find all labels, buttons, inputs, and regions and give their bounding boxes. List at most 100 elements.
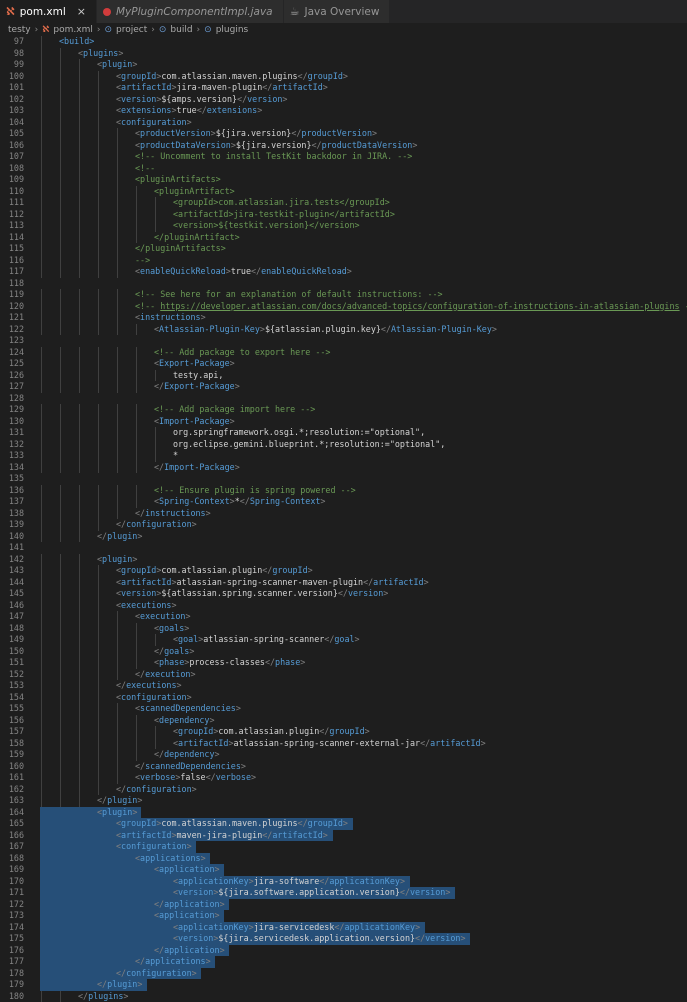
breadcrumb-item-file[interactable]: pom.xml [53,25,92,35]
code-line[interactable]: 177</applications> [0,956,687,968]
code-line[interactable]: 135 [0,473,687,485]
code-line[interactable]: 159</dependency> [0,749,687,761]
code-line[interactable]: 143<groupId>com.atlassian.plugin</groupI… [0,565,687,577]
code-line[interactable]: 104<configuration> [0,117,687,129]
code-line[interactable]: 180</plugins> [0,991,687,1002]
code-line[interactable]: 157<groupId>com.atlassian.plugin</groupI… [0,726,687,738]
code-line[interactable]: 117<enableQuickReload>true</enableQuickR… [0,266,687,278]
code-line[interactable]: 110<pluginArtifact> [0,186,687,198]
code-line[interactable]: 122<Atlassian-Plugin-Key>${atlassian.plu… [0,324,687,336]
code-line[interactable]: 105<productVersion>${jira.version}</prod… [0,128,687,140]
code-line[interactable]: 171<version>${jira.software.application.… [0,887,687,899]
indent-guide [60,577,61,589]
code-line[interactable]: 97<build> [0,36,687,48]
code-line[interactable]: 107<!-- Uncomment to install TestKit bac… [0,151,687,163]
code-line[interactable]: 103<extensions>true</extensions> [0,105,687,117]
code-line[interactable]: 154<configuration> [0,692,687,704]
code-line[interactable]: 151<phase>process-classes</phase> [0,657,687,669]
code-line[interactable]: 113<version>${testkit.version}</version> [0,220,687,232]
breadcrumb-item-plugins[interactable]: plugins [216,25,249,35]
code-line[interactable]: 156<dependency> [0,715,687,727]
code-line[interactable]: 139</configuration> [0,519,687,531]
close-icon[interactable]: × [77,5,86,18]
code-line[interactable]: 179</plugin> [0,979,687,991]
code-line[interactable]: 165<groupId>com.atlassian.maven.plugins<… [0,818,687,830]
code-line[interactable]: 148<goals> [0,623,687,635]
breadcrumb-item-folder[interactable]: testy [8,25,31,35]
code-line[interactable]: 150</goals> [0,646,687,658]
code-line[interactable]: 123 [0,335,687,347]
code-line[interactable]: 108<!-- [0,163,687,175]
tab-java-overview[interactable]: ☕ Java Overview [284,0,391,23]
code-line[interactable]: 138</instructions> [0,508,687,520]
code-line[interactable]: 176</application> [0,945,687,957]
xml-bracket: </ [319,726,329,736]
code-line[interactable]: 127</Export-Package> [0,381,687,393]
code-line[interactable]: 132org.eclipse.gemini.blueprint.*;resolu… [0,439,687,451]
code-line[interactable]: 168<applications> [0,853,687,865]
code-line[interactable]: 161<verbose>false</verbose> [0,772,687,784]
tab-pom-xml[interactable]: ℵ pom.xml × [0,0,97,23]
code-line[interactable]: 101<artifactId>jira-maven-plugin</artifa… [0,82,687,94]
code-line[interactable]: 166<artifactId>maven-jira-plugin</artifa… [0,830,687,842]
code-line[interactable]: 100<groupId>com.atlassian.maven.plugins<… [0,71,687,83]
code-line[interactable]: 152</execution> [0,669,687,681]
code-line[interactable]: 128 [0,393,687,405]
code-line[interactable]: 137<Spring-Context>*</Spring-Context> [0,496,687,508]
code-line[interactable]: 120<!-- https://developer.atlassian.com/… [0,301,687,313]
code-line[interactable]: 136<!-- Ensure plugin is spring powered … [0,485,687,497]
code-line[interactable]: 145<version>${atlassian.spring.scanner.v… [0,588,687,600]
code-line[interactable]: 142<plugin> [0,554,687,566]
code-line[interactable]: 164<plugin> [0,807,687,819]
code-line[interactable]: 140</plugin> [0,531,687,543]
code-line[interactable]: 174<applicationKey>jira-servicedesk</app… [0,922,687,934]
code-line[interactable]: 167<configuration> [0,841,687,853]
code-text: <plugins> [78,48,123,60]
indent-guide [60,301,61,313]
code-line[interactable]: 98<plugins> [0,48,687,60]
code-line[interactable]: 178</configuration> [0,968,687,980]
code-line[interactable]: 121<instructions> [0,312,687,324]
code-line[interactable]: 112<artifactId>jira-testkit-plugin</arti… [0,209,687,221]
tab-mypluginjava[interactable]: MyPluginComponentImpl.java [97,0,284,23]
code-line[interactable]: 149<goal>atlassian-spring-scanner</goal> [0,634,687,646]
code-line[interactable]: 131org.springframework.osgi.*;resolution… [0,427,687,439]
code-line[interactable]: 111<groupId>com.atlassian.jira.tests</gr… [0,197,687,209]
code-line[interactable]: 99<plugin> [0,59,687,71]
code-line[interactable]: 172</application> [0,899,687,911]
breadcrumb-item-project[interactable]: project [116,25,147,35]
code-line[interactable]: 124<!-- Add package to export here --> [0,347,687,359]
code-line[interactable]: 116--> [0,255,687,267]
code-line[interactable]: 153</executions> [0,680,687,692]
code-line[interactable]: 155<scannedDependencies> [0,703,687,715]
code-line[interactable]: 147<execution> [0,611,687,623]
code-line[interactable]: 158<artifactId>atlassian-spring-scanner-… [0,738,687,750]
breadcrumb-item-build[interactable]: build [170,25,192,35]
code-line[interactable]: 129<!-- Add package import here --> [0,404,687,416]
xml-comment[interactable]: https://developer.atlassian.com/docs/adv… [160,301,679,311]
code-line[interactable]: 160</scannedDependencies> [0,761,687,773]
code-line[interactable]: 109<pluginArtifacts> [0,174,687,186]
code-line[interactable]: 144<artifactId>atlassian-spring-scanner-… [0,577,687,589]
code-line[interactable]: 106<productDataVersion>${jira.version}</… [0,140,687,152]
code-line[interactable]: 126testy.api, [0,370,687,382]
code-line[interactable]: 102<version>${amps.version}</version> [0,94,687,106]
code-line[interactable]: 146<executions> [0,600,687,612]
code-line[interactable]: 118 [0,278,687,290]
code-line[interactable]: 130<Import-Package> [0,416,687,428]
code-line[interactable]: 125<Export-Package> [0,358,687,370]
code-line[interactable]: 119<!-- See here for an explanation of d… [0,289,687,301]
code-line[interactable]: 162</configuration> [0,784,687,796]
code-line[interactable]: 133* [0,450,687,462]
code-line[interactable]: 169<application> [0,864,687,876]
code-line[interactable]: 163</plugin> [0,795,687,807]
code-line[interactable]: 173<application> [0,910,687,922]
code-line[interactable]: 115</pluginArtifacts> [0,243,687,255]
line-number: 153 [0,680,24,692]
code-line[interactable]: 175<version>${jira.servicedesk.applicati… [0,933,687,945]
code-editor[interactable]: 97<build>98<plugins>99<plugin>100<groupI… [0,36,687,999]
code-line[interactable]: 134</Import-Package> [0,462,687,474]
code-line[interactable]: 141 [0,542,687,554]
code-line[interactable]: 114</pluginArtifact> [0,232,687,244]
code-line[interactable]: 170<applicationKey>jira-software</applic… [0,876,687,888]
